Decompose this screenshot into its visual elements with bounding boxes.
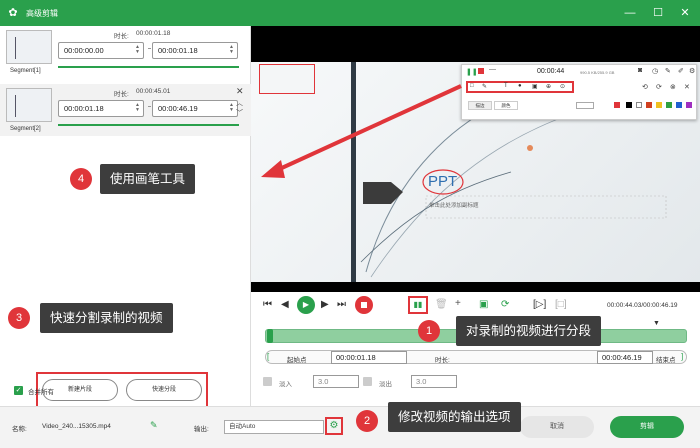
pointer-arrow (261, 84, 462, 178)
step-forward-icon[interactable]: ▶ (321, 299, 329, 311)
bottom-bar: 名称: Video_240...15305.mp4 ✎ 输出: 自动Auto ⚙… (0, 406, 700, 448)
start-time-field[interactable]: 00:00:01.18 (331, 351, 407, 364)
segment-end-field[interactable]: 00:00:01.18 ▲ ▼ (152, 42, 238, 59)
segment-name: Segment[1] (10, 68, 41, 74)
end-bracket-icon[interactable]: ] (681, 352, 683, 361)
output-settings-gear-icon[interactable]: ⚙ (325, 417, 343, 435)
segment-end-field[interactable]: 00:00:46.19 ▲ ▼ (152, 100, 238, 117)
segment-item-2[interactable]: Segment[2] 时长: 00:00:45.01 00:00:01.18 ▲ ▼… (0, 84, 251, 136)
trim-end-icon[interactable]: [□] (555, 299, 567, 311)
annotation-4: 使用画笔工具 (100, 164, 196, 194)
name-label: 名称: (12, 426, 27, 433)
annotation-badge-4: 4 (70, 168, 92, 190)
spin-icon[interactable]: ▲ ▼ (229, 103, 234, 113)
close-window-icon[interactable]: ✕ (677, 5, 693, 21)
annotation-2: 修改视频的输出选项 (388, 402, 521, 432)
skip-start-icon[interactable]: ⏮ (263, 299, 272, 311)
annotation-1: 对录制的视频进行分段 (456, 316, 602, 346)
fade-out-label: 淡出 (379, 381, 392, 388)
merge-all-label: 合并所有 (28, 389, 54, 396)
filename: Video_240...15305.mp4 (42, 423, 111, 430)
split-button[interactable]: ▮▮ (408, 296, 428, 314)
fade-in-field[interactable]: 3.0 (313, 375, 359, 388)
duration-label: 时长: (114, 91, 129, 98)
close-icon[interactable]: ✕ (236, 86, 244, 97)
segment-panel: Segment[1] 时长: 00:00:01.18 00:00:00.00 ▲ ▼… (0, 26, 251, 408)
cancel-button[interactable]: 取消 (520, 416, 594, 438)
range-dash (148, 106, 151, 107)
fade-out-field[interactable]: 3.0 (411, 375, 457, 388)
range-dash (148, 48, 151, 49)
playback-controls: ⏮ ◀ ▶ ▶ ⏭ ▮▮ 🗑 + ▣ ⟳ [▷] [□] 00:00:44.03… (251, 292, 700, 406)
minimize-icon[interactable]: — (622, 5, 638, 21)
play-button[interactable]: ▶ (297, 296, 315, 314)
start-point-label: 起始点 (287, 357, 307, 364)
merge-all-checkbox[interactable]: ✓ (14, 386, 23, 395)
segment-thumbnail (6, 30, 52, 64)
duration-value: 00:00:45.01 (136, 88, 171, 95)
refresh-icon[interactable]: ⟳ (501, 299, 509, 311)
fade-in-checkbox[interactable] (263, 377, 272, 386)
annotation-badge-1: 1 (418, 320, 440, 342)
duration-label: 时长: (114, 33, 129, 40)
rename-icon[interactable]: ✎ (150, 420, 158, 431)
output-select[interactable]: 自动Auto (224, 420, 324, 434)
quick-split-button[interactable]: 快速分段 (126, 379, 202, 401)
segment-start-field[interactable]: 00:00:00.00 ▲ ▼ (58, 42, 144, 59)
segment-name: Segment[2] (10, 126, 41, 132)
annotation-badge-2: 2 (356, 410, 378, 432)
fade-out-checkbox[interactable] (363, 377, 372, 386)
stop-record-button[interactable] (355, 296, 373, 314)
segment-item-1[interactable]: Segment[1] 时长: 00:00:01.18 00:00:00.00 ▲ ▼… (0, 26, 251, 78)
timeline-handle[interactable] (267, 329, 273, 343)
segment-start-field[interactable]: 00:00:01.18 ▲ ▼ (58, 100, 144, 117)
skip-end-icon[interactable]: ⏭ (337, 299, 346, 311)
duration-value: 00:00:01.18 (136, 30, 171, 37)
annotation-3: 快速分割录制的视频 (40, 303, 173, 333)
video-preview[interactable]: PPT 单击此处添加副标题 ❚❚ — 00:00:44 990.5 KB/255… (251, 26, 700, 292)
end-point-label: 结束点 (656, 357, 676, 364)
copy-icon[interactable]: ▣ (479, 299, 488, 311)
playhead-icon[interactable]: ▼ (653, 320, 660, 327)
segment-progress (58, 66, 239, 68)
range-duration-label: 时长: (435, 357, 450, 364)
end-time-field[interactable]: 00:00:46.19 (597, 351, 653, 364)
spin-icon[interactable]: ▲ ▼ (135, 45, 140, 55)
maximize-icon[interactable]: ☐ (650, 5, 666, 21)
trash-icon[interactable]: 🗑 (435, 299, 448, 311)
spin-icon[interactable]: ▲ ▼ (229, 45, 234, 55)
app-logo-icon: ✿ (8, 7, 18, 19)
title-bar: ✿ 高级剪辑 — ☐ ✕ (0, 0, 700, 26)
annotation-badge-3: 3 (8, 307, 30, 329)
split-buttons-highlight: 新建片段 快速分段 (36, 372, 208, 408)
window-title: 高级剪辑 (26, 9, 58, 18)
segment-progress (58, 124, 239, 126)
fade-in-label: 淡入 (279, 381, 292, 388)
chevron-up-icon[interactable]: ︿ (236, 98, 243, 108)
chevron-down-icon[interactable]: ﹀ (236, 108, 243, 118)
trim-start-icon[interactable]: [▷] (533, 299, 546, 311)
segment-thumbnail (6, 88, 52, 122)
spin-icon[interactable]: ▲ ▼ (135, 103, 140, 113)
add-icon[interactable]: + (455, 298, 461, 310)
edit-button[interactable]: 剪辑 (610, 416, 684, 438)
step-back-icon[interactable]: ◀ (281, 299, 289, 311)
playback-time: 00:00:44.03/00:00:46.19 (607, 302, 678, 309)
output-label: 输出: (194, 426, 209, 433)
start-bracket-icon[interactable]: [ (267, 352, 269, 361)
